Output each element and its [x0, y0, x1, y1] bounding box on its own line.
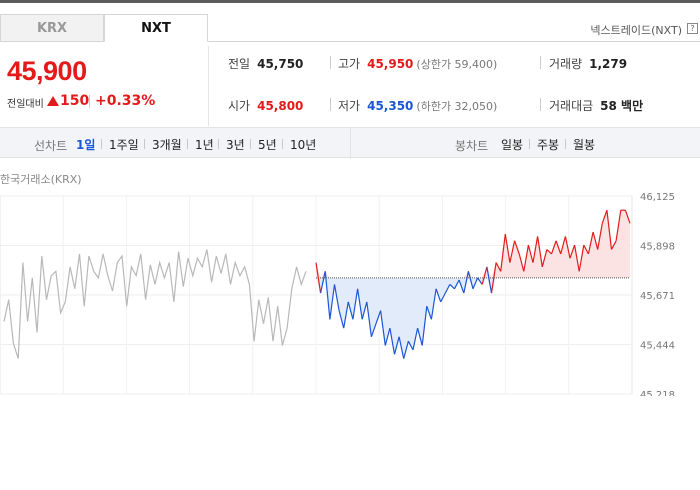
toolbar-separator — [218, 139, 219, 149]
change-value: 150 — [60, 93, 90, 109]
y-tick-label: 45,444 — [640, 341, 675, 352]
stat-value: 1,279 — [589, 57, 628, 71]
candle-monthly[interactable]: 월봉 — [573, 136, 595, 153]
period-1y[interactable]: 1년 — [195, 136, 214, 153]
toolbar-separator — [529, 139, 530, 149]
stat-value: 58 백만 — [600, 99, 644, 113]
lower-limit: (하한가 32,050) — [416, 100, 498, 113]
period-3m[interactable]: 3개월 — [152, 136, 182, 153]
period-1d[interactable]: 1일 — [76, 136, 95, 153]
candle-chart-label: 봉차트 — [455, 139, 489, 153]
stat-value: 45,950 — [367, 57, 414, 71]
y-tick-label: 45,898 — [640, 242, 675, 253]
stat-prev-close: 전일 45,750 — [228, 55, 303, 72]
chart-toolbar: 선차트 1일 1주일 3개월 1년 3년 5년 10년 봉차트 일봉 주봉 월봉 — [0, 127, 700, 159]
stat-volume: 거래량 1,279 — [549, 55, 627, 72]
tab-krx[interactable]: KRX — [0, 14, 104, 42]
stat-separator — [330, 56, 331, 69]
stat-value: 45,350 — [367, 99, 414, 113]
stat-open: 시가 45,800 — [228, 97, 303, 114]
change-divider — [89, 95, 90, 108]
stat-low: 저가 45,350 (하한가 32,050) — [338, 97, 497, 114]
stat-label: 고가 — [338, 57, 361, 71]
toolbar-separator — [101, 139, 102, 149]
tab-underline — [208, 41, 700, 42]
nxt-exchange-label: 넥스트레이드(NXT) — [590, 24, 682, 37]
prev-day-price-line — [3, 249, 307, 359]
stat-high: 고가 45,950 (상한가 59,400) — [338, 55, 497, 72]
stat-label: 시가 — [228, 99, 251, 113]
period-3y[interactable]: 3년 — [226, 136, 245, 153]
toolbar-separator — [187, 139, 188, 149]
candle-daily[interactable]: 일봉 — [501, 136, 523, 153]
stat-label: 거래대금 — [549, 99, 594, 113]
period-1w[interactable]: 1주일 — [109, 136, 139, 153]
line-chart-label: 선차트 — [34, 139, 68, 153]
stat-separator — [330, 98, 331, 111]
upper-limit: (상한가 59,400) — [416, 58, 498, 71]
chart-source-label: 한국거래소(KRX) — [0, 173, 82, 186]
change-percent: +0.33% — [95, 93, 156, 109]
stat-label: 저가 — [338, 99, 361, 113]
top-border — [0, 0, 700, 3]
y-tick-label: 46,125 — [640, 192, 675, 203]
up-arrow-icon — [47, 96, 59, 106]
current-price: 45,900 — [7, 56, 87, 86]
toolbar-separator — [282, 139, 283, 149]
toolbar-separator — [250, 139, 251, 149]
change-label: 전일대비 — [7, 99, 44, 110]
help-icon[interactable]: ? — [687, 23, 698, 34]
stat-label: 전일 — [228, 57, 251, 71]
candle-weekly[interactable]: 주봉 — [537, 136, 559, 153]
above-baseline-area — [316, 210, 630, 278]
intraday-price-chart: 46,125 45,898 45,671 45,444 45,218 — [0, 192, 675, 396]
stat-value: 45,750 — [257, 57, 304, 71]
toolbar-separator — [144, 139, 145, 149]
toolbar-divider — [350, 128, 351, 159]
y-tick-label: 45,671 — [640, 291, 675, 302]
period-5y[interactable]: 5년 — [258, 136, 277, 153]
toolbar-separator — [565, 139, 566, 149]
stat-separator — [540, 98, 541, 111]
y-tick-label: 45,218 — [640, 390, 675, 396]
stat-amount: 거래대금 58 백만 — [549, 97, 643, 114]
stats-divider — [208, 46, 209, 126]
stat-value: 45,800 — [257, 99, 304, 113]
stat-separator — [540, 56, 541, 69]
period-10y[interactable]: 10년 — [290, 136, 316, 153]
stat-label: 거래량 — [549, 57, 583, 71]
tab-nxt[interactable]: NXT — [104, 14, 208, 42]
